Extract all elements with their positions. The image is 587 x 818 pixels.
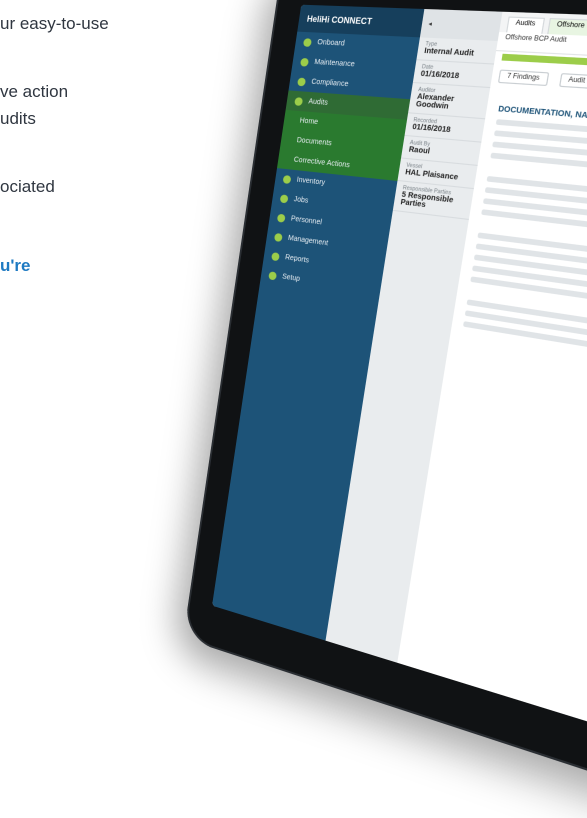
setup-icon xyxy=(268,270,278,280)
marketing-copy: ur easy-to-use ve action udits ociated u… xyxy=(0,0,200,300)
management-icon xyxy=(273,232,283,242)
inventory-icon xyxy=(282,174,292,184)
doc-section xyxy=(462,299,587,377)
audit-report-button[interactable]: Audit Report xyxy=(558,73,587,91)
copy-line-1: ur easy-to-use xyxy=(0,14,109,33)
tab-audits[interactable]: Audits xyxy=(506,16,545,34)
onboard-icon xyxy=(302,37,313,47)
copy-line-2: ve action xyxy=(0,82,69,101)
copy-line-5: u're xyxy=(0,256,31,275)
copy-line-4: ociated xyxy=(0,177,55,196)
copy-line-3: udits xyxy=(0,109,36,128)
compliance-icon xyxy=(297,77,307,86)
text-line xyxy=(490,152,587,176)
reports-icon xyxy=(271,251,280,261)
tab-offshore[interactable]: Offshore xyxy=(546,17,587,36)
maintenance-icon xyxy=(300,57,310,67)
findings-button[interactable]: 7 Findings xyxy=(497,69,549,87)
panel-header: ◂ xyxy=(419,8,503,42)
audits-icon xyxy=(294,96,304,106)
jobs-icon xyxy=(279,193,289,203)
personnel-icon xyxy=(276,213,286,223)
doc-section: DOCUMENTATION, NAVIGATION xyxy=(490,106,587,188)
app-screen: HeliHi CONNECT Onboard Maintenance Compl… xyxy=(212,4,587,762)
tablet-device: HeliHi CONNECT Onboard Maintenance Compl… xyxy=(183,0,587,818)
